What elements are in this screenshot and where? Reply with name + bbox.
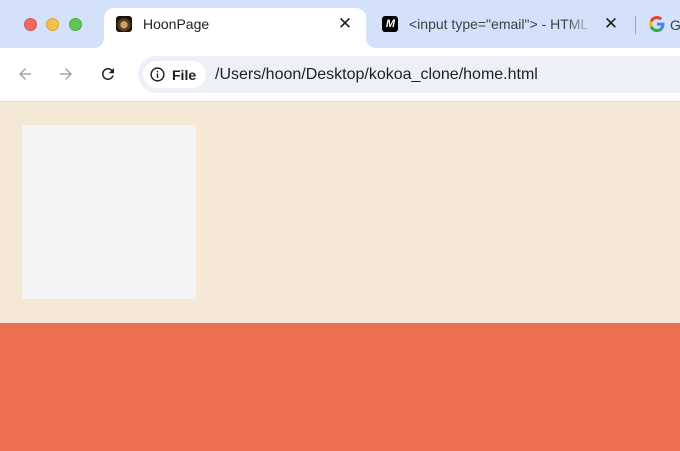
url-text[interactable]: /Users/hoon/Desktop/kokoa_clone/home.htm…	[215, 66, 538, 84]
back-button[interactable]	[13, 62, 37, 86]
minimize-window-button[interactable]	[46, 18, 59, 31]
tab-mdn-input-email[interactable]: M <input type="email"> - HTML ✕	[370, 8, 632, 48]
reload-icon	[101, 67, 114, 80]
maximize-window-button[interactable]	[69, 18, 82, 31]
tab-title: <input type="email"> - HTML	[409, 16, 589, 32]
tab-title: G	[670, 17, 680, 33]
arrow-right-icon	[60, 68, 72, 80]
google-icon[interactable]	[649, 16, 665, 32]
tab-hoonpage[interactable]: HoonPage ✕	[104, 8, 366, 48]
tab-title: HoonPage	[143, 16, 210, 32]
close-tab-icon[interactable]: ✕	[600, 13, 622, 35]
hoon-avatar-icon	[116, 16, 132, 32]
mdn-icon: M	[382, 16, 398, 32]
close-window-button[interactable]	[24, 18, 37, 31]
address-bar[interactable]: File /Users/hoon/Desktop/kokoa_clone/hom…	[138, 56, 680, 93]
placeholder-box	[22, 125, 196, 299]
forward-button[interactable]	[54, 62, 78, 86]
arrow-left-icon	[19, 68, 31, 80]
info-icon	[150, 67, 165, 82]
tab-strip: HoonPage ✕ M <input type="email"> - HTML…	[0, 0, 680, 48]
orange-section	[0, 323, 680, 451]
site-info-label: File	[172, 66, 197, 83]
browser-toolbar: File /Users/hoon/Desktop/kokoa_clone/hom…	[0, 48, 680, 102]
page-viewport	[0, 102, 680, 451]
close-tab-icon[interactable]: ✕	[334, 13, 356, 35]
site-info-chip[interactable]: File	[143, 61, 207, 88]
tab-separator	[635, 16, 636, 34]
reload-button[interactable]	[96, 62, 120, 86]
